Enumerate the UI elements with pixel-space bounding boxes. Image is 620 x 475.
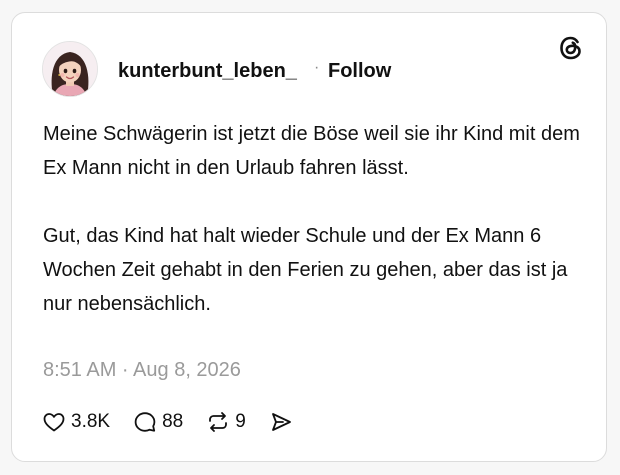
username-link[interactable]: kunterbunt_leben_ [118,60,297,83]
reply-button[interactable]: 88 [132,409,183,435]
avatar-illustration [43,42,97,96]
repost-icon [209,412,228,432]
action-bar: 3.8K 88 9 [41,407,316,437]
like-count: 3.8K [71,411,111,432]
avatar[interactable] [42,41,98,97]
share-button[interactable] [268,409,294,435]
threads-logo-icon[interactable] [556,33,586,63]
repost-button[interactable]: 9 [205,409,246,435]
reply-count: 88 [162,411,184,432]
post-paragraph: Meine Schwägerin ist jetzt die Böse weil… [43,123,580,179]
follow-button[interactable]: Follow [328,60,391,83]
comment-bubble-icon [134,412,156,432]
repost-count: 9 [235,411,246,432]
send-icon [271,413,291,431]
post-paragraph: Gut, das Kind hat halt wieder Schule und… [43,225,568,315]
like-button[interactable]: 3.8K [41,409,110,435]
heart-icon [43,413,65,432]
separator-dot: · [314,59,320,76]
post-body: Meine Schwägerin ist jetzt die Böse weil… [43,117,583,321]
threads-post-card: kunterbunt_leben_ · Follow Meine Schwäge… [11,12,607,462]
post-timestamp[interactable]: 8:51 AM · Aug 8, 2026 [43,359,241,382]
